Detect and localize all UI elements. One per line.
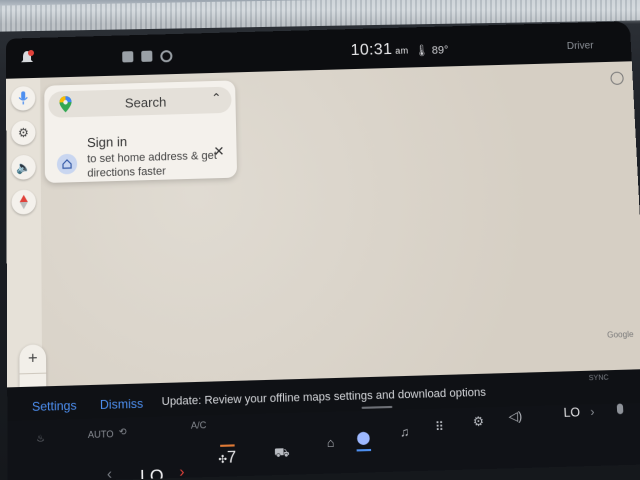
google-maps-pin-icon [59,96,72,112]
car-dashboard-photo: 10:31 am 🌡 89° Driver ⚙ 🔈 Search ⌃ Sign … [0,0,640,480]
auto-label[interactable]: AUTO [88,429,114,440]
map-volume-button[interactable]: 🔈 [11,154,36,180]
sign-in-title[interactable]: Sign in [87,134,127,150]
search-bar[interactable]: Search ⌃ [48,86,232,118]
search-card: Search ⌃ Sign in to set home address & g… [44,80,238,184]
temp-up-right-icon[interactable]: › [590,404,595,419]
sign-in-subtitle: to set home address & get directions fas… [87,149,218,180]
location-icon [160,50,173,63]
fan-speed-value: 7 [226,448,237,467]
voice-mic-button[interactable] [11,85,36,111]
phone-icon [141,50,153,62]
temperature-unit: ° [443,44,449,57]
driver-profile[interactable]: Driver [567,40,594,52]
home-icon[interactable]: ⌂ [323,435,338,450]
seat-heat-icon[interactable]: ♨ [36,433,44,445]
close-icon[interactable]: ✕ [213,143,224,160]
infotainment-screen: 10:31 am 🌡 89° Driver ⚙ 🔈 Search ⌃ Sign … [5,21,640,480]
volume-icon[interactable]: ◁) [508,409,523,424]
ac-label[interactable]: A/C [191,420,207,431]
settings-gear-icon: ⚙ [17,125,29,141]
zoom-in-button[interactable]: + [19,344,46,373]
clock-ampm: am [395,45,409,56]
maps-pin-icon[interactable]: ⬤ [356,430,371,445]
left-rail: ⚙ 🔈 [6,77,43,388]
outside-temperature: 🌡 89° [415,43,449,57]
recirculation-icon[interactable]: ⟲ [119,426,127,438]
car-icon[interactable]: ⛟ [274,445,290,460]
volume-icon: 🔈 [15,159,32,175]
mic-icon[interactable] [616,403,624,415]
update-message: Update: Review your offline maps setting… [161,386,487,409]
chevron-up-icon[interactable]: ⌃ [211,91,221,105]
notification-bell-icon[interactable] [20,49,34,66]
temp-up-left-icon[interactable]: › [179,463,184,480]
temperature-value: 89 [431,44,445,57]
mic-icon [18,91,28,104]
home-icon [56,153,78,175]
thermometer-icon: 🌡 [414,44,429,58]
clock-time: 10:31 [350,40,393,60]
active-app-indicator [356,448,372,452]
temp-down-left-icon[interactable]: ‹ [107,465,112,480]
status-icons [122,50,173,63]
compass-button[interactable] [11,189,36,215]
map-settings-button[interactable]: ⚙ [11,120,36,146]
app-grid-icon[interactable]: ⠿ [432,419,447,434]
sync-label[interactable]: SYNC [589,374,609,382]
search-label: Search [124,94,167,111]
dismiss-link[interactable]: Dismiss [100,396,143,412]
fan-level-bar [220,444,235,447]
settings-gear-icon[interactable]: ⚙ [471,414,486,429]
left-temperature: LO [139,465,164,480]
google-attribution: Google [606,329,634,340]
right-temperature: LO [563,404,581,421]
settings-link[interactable]: Settings [32,398,77,414]
clock: 10:31 am [350,40,408,60]
music-note-icon[interactable]: ♫ [397,424,412,439]
compass-icon [19,194,28,210]
fan-speed[interactable]: ✣7 [218,449,236,469]
drag-handle[interactable] [361,405,393,409]
message-icon [122,51,134,63]
